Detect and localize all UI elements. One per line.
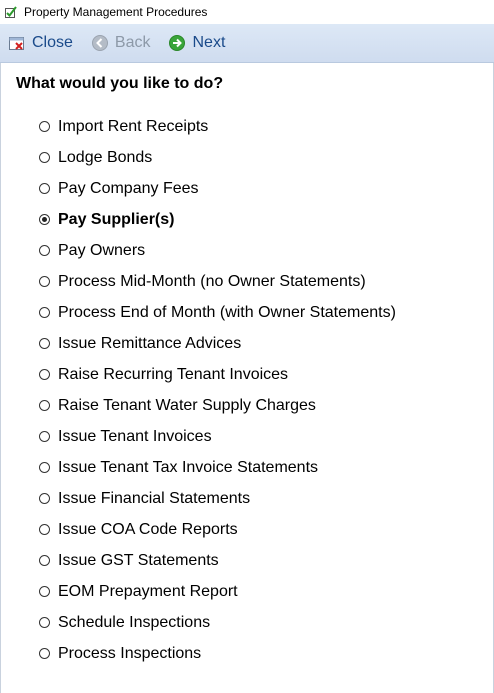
radio-button[interactable] (39, 121, 50, 132)
next-arrow-icon (168, 34, 186, 52)
option-label: Raise Tenant Water Supply Charges (58, 396, 316, 414)
procedure-option[interactable]: Process End of Month (with Owner Stateme… (39, 297, 396, 328)
title-bar: Property Management Procedures (0, 0, 494, 24)
radio-button[interactable] (39, 214, 50, 225)
option-label: Process End of Month (with Owner Stateme… (58, 303, 396, 321)
procedure-option[interactable]: Pay Supplier(s) (39, 204, 396, 235)
procedure-option[interactable]: Issue Financial Statements (39, 483, 396, 514)
back-label: Back (114, 34, 151, 51)
procedure-panel: What would you like to do? Import Rent R… (0, 63, 494, 693)
option-label: Schedule Inspections (58, 613, 211, 631)
radio-button[interactable] (39, 586, 50, 597)
procedure-option[interactable]: Schedule Inspections (39, 607, 396, 638)
question-heading: What would you like to do? (16, 75, 224, 92)
radio-button[interactable] (39, 524, 50, 535)
procedure-option[interactable]: EOM Prepayment Report (39, 576, 396, 607)
radio-button[interactable] (39, 152, 50, 163)
option-label: Pay Supplier(s) (58, 210, 175, 228)
option-label: Lodge Bonds (58, 148, 153, 166)
option-label: Raise Recurring Tenant Invoices (58, 365, 289, 383)
procedure-option[interactable]: Pay Company Fees (39, 173, 396, 204)
procedure-option[interactable]: Pay Owners (39, 235, 396, 266)
close-icon (8, 34, 26, 52)
procedure-option[interactable]: Issue Tenant Tax Invoice Statements (39, 452, 396, 483)
option-label: Issue COA Code Reports (58, 520, 238, 538)
procedure-option[interactable]: Issue COA Code Reports (39, 514, 396, 545)
procedure-option[interactable]: Issue Remittance Advices (39, 328, 396, 359)
option-label: Process Mid-Month (no Owner Statements) (58, 272, 366, 290)
procedure-option[interactable]: Lodge Bonds (39, 142, 396, 173)
back-arrow-icon (91, 34, 109, 52)
procedure-option[interactable]: Process Inspections (39, 638, 396, 669)
radio-button[interactable] (39, 338, 50, 349)
procedure-option[interactable]: Process Mid-Month (no Owner Statements) (39, 266, 396, 297)
back-button[interactable]: Back (85, 29, 157, 57)
radio-button[interactable] (39, 245, 50, 256)
radio-button[interactable] (39, 617, 50, 628)
radio-button[interactable] (39, 307, 50, 318)
window-title: Property Management Procedures (24, 5, 208, 19)
radio-button[interactable] (39, 462, 50, 473)
radio-button[interactable] (39, 183, 50, 194)
procedure-option[interactable]: Issue GST Statements (39, 545, 396, 576)
procedure-option[interactable]: Issue Tenant Invoices (39, 421, 396, 452)
option-label: Issue GST Statements (58, 551, 219, 569)
toolbar: Close Back Next (0, 24, 494, 63)
option-label: Issue Remittance Advices (58, 334, 242, 352)
close-button[interactable]: Close (2, 29, 79, 57)
radio-button[interactable] (39, 369, 50, 380)
option-label: Issue Tenant Tax Invoice Statements (58, 458, 319, 476)
option-label: Issue Financial Statements (58, 489, 251, 507)
option-label: Issue Tenant Invoices (58, 427, 212, 445)
option-label: EOM Prepayment Report (58, 582, 238, 600)
next-label: Next (192, 34, 226, 51)
option-label: Process Inspections (58, 644, 202, 662)
procedure-option[interactable]: Import Rent Receipts (39, 111, 396, 142)
option-label: Pay Company Fees (58, 179, 199, 197)
checklist-icon (4, 5, 18, 19)
radio-button[interactable] (39, 648, 50, 659)
radio-button[interactable] (39, 400, 50, 411)
radio-button[interactable] (39, 276, 50, 287)
radio-button[interactable] (39, 493, 50, 504)
close-label: Close (32, 34, 73, 51)
option-label: Pay Owners (58, 241, 146, 259)
next-button[interactable]: Next (162, 29, 231, 57)
radio-button[interactable] (39, 431, 50, 442)
option-label: Import Rent Receipts (58, 117, 209, 135)
procedure-option[interactable]: Raise Tenant Water Supply Charges (39, 390, 396, 421)
procedure-options: Import Rent Receipts Lodge Bonds Pay Compa… (39, 111, 396, 669)
radio-button[interactable] (39, 555, 50, 566)
procedure-option[interactable]: Raise Recurring Tenant Invoices (39, 359, 396, 390)
